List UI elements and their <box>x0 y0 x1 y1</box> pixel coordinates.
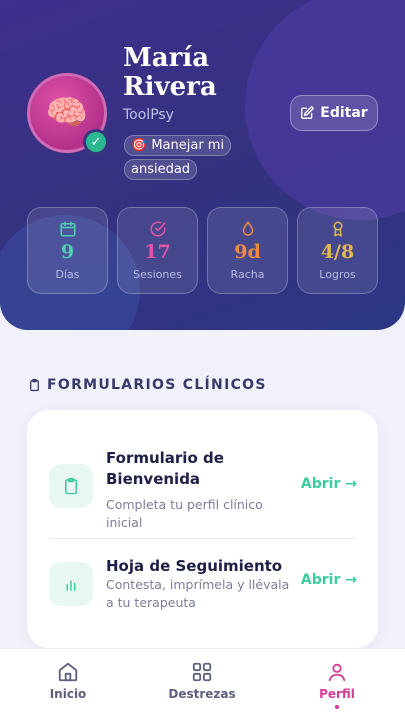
stat-streak[interactable]: 9d Racha <box>207 207 288 294</box>
nav-label: Perfil <box>319 687 355 701</box>
stat-value: 9d <box>234 241 261 263</box>
stat-label: Sesiones <box>133 268 182 281</box>
stat-label: Logros <box>319 268 356 281</box>
user-icon <box>328 663 346 682</box>
clipboard-icon <box>30 378 39 392</box>
edit-icon <box>301 106 314 119</box>
form-title: Formulario de Bienvenida <box>106 449 224 488</box>
open-button[interactable]: Abrir → <box>301 572 357 588</box>
home-icon <box>58 662 78 682</box>
bottom-navigation: Inicio Destrezas Perfil <box>0 648 405 720</box>
bar-chart-icon <box>49 562 93 606</box>
form-description: Completa tu perfil clínico inicial <box>106 497 263 530</box>
app-name: ToolPsy <box>123 107 174 123</box>
stat-value: 4/8 <box>320 241 355 263</box>
stat-value: 9 <box>60 241 75 263</box>
section-title: FORMULARIOS CLÍNICOS <box>28 377 267 393</box>
nav-label: Inicio <box>49 687 87 701</box>
stat-achievements[interactable]: 4/8 Logros <box>297 207 378 294</box>
award-icon <box>333 221 342 237</box>
form-description: Contesta, imprímela y llévala a tu terap… <box>106 577 290 610</box>
stat-value: 17 <box>144 241 171 263</box>
stat-days[interactable]: 9 Días <box>27 207 108 294</box>
avatar[interactable]: 🧠 ✓ <box>27 73 109 155</box>
goal-label: 🎯 Manejar mi ansiedad <box>124 135 232 180</box>
stat-sessions[interactable]: 17 Sesiones <box>117 207 198 294</box>
nav-item-profile[interactable]: Perfil <box>287 661 387 709</box>
flame-icon <box>242 221 253 236</box>
nav-item-home[interactable]: Inicio <box>18 661 118 701</box>
stat-label: Días <box>55 268 80 281</box>
grid-icon <box>192 662 212 682</box>
form-title: Hoja de Seguimiento <box>106 557 283 575</box>
divider <box>49 538 356 539</box>
check-circle-icon <box>150 221 165 237</box>
calendar-icon <box>60 221 75 237</box>
section-title-label: FORMULARIOS CLÍNICOS <box>47 377 267 393</box>
goal-badge: 🎯 Manejar mi ansiedad <box>124 134 232 182</box>
profile-header: 🧠 ✓ María Rivera ToolPsy 🎯 Manejar mi an… <box>0 0 405 330</box>
open-button[interactable]: Abrir → <box>301 476 357 492</box>
edit-label: Editar <box>320 105 368 121</box>
forms-card: Formulario de Bienvenida Completa tu per… <box>27 410 378 648</box>
stat-label: Racha <box>230 268 265 281</box>
active-indicator <box>335 705 339 709</box>
clipboard-icon <box>49 464 93 508</box>
form-item-welcome[interactable]: Formulario de Bienvenida Completa tu per… <box>49 449 357 530</box>
edit-button[interactable]: Editar <box>290 95 378 131</box>
check-icon: ✓ <box>83 129 109 155</box>
nav-label: Destrezas <box>168 687 236 701</box>
form-item-followup[interactable]: Hoja de Seguimiento Contesta, imprímela … <box>49 557 357 618</box>
profile-name: María Rivera <box>123 43 217 102</box>
nav-item-skills[interactable]: Destrezas <box>152 661 252 701</box>
